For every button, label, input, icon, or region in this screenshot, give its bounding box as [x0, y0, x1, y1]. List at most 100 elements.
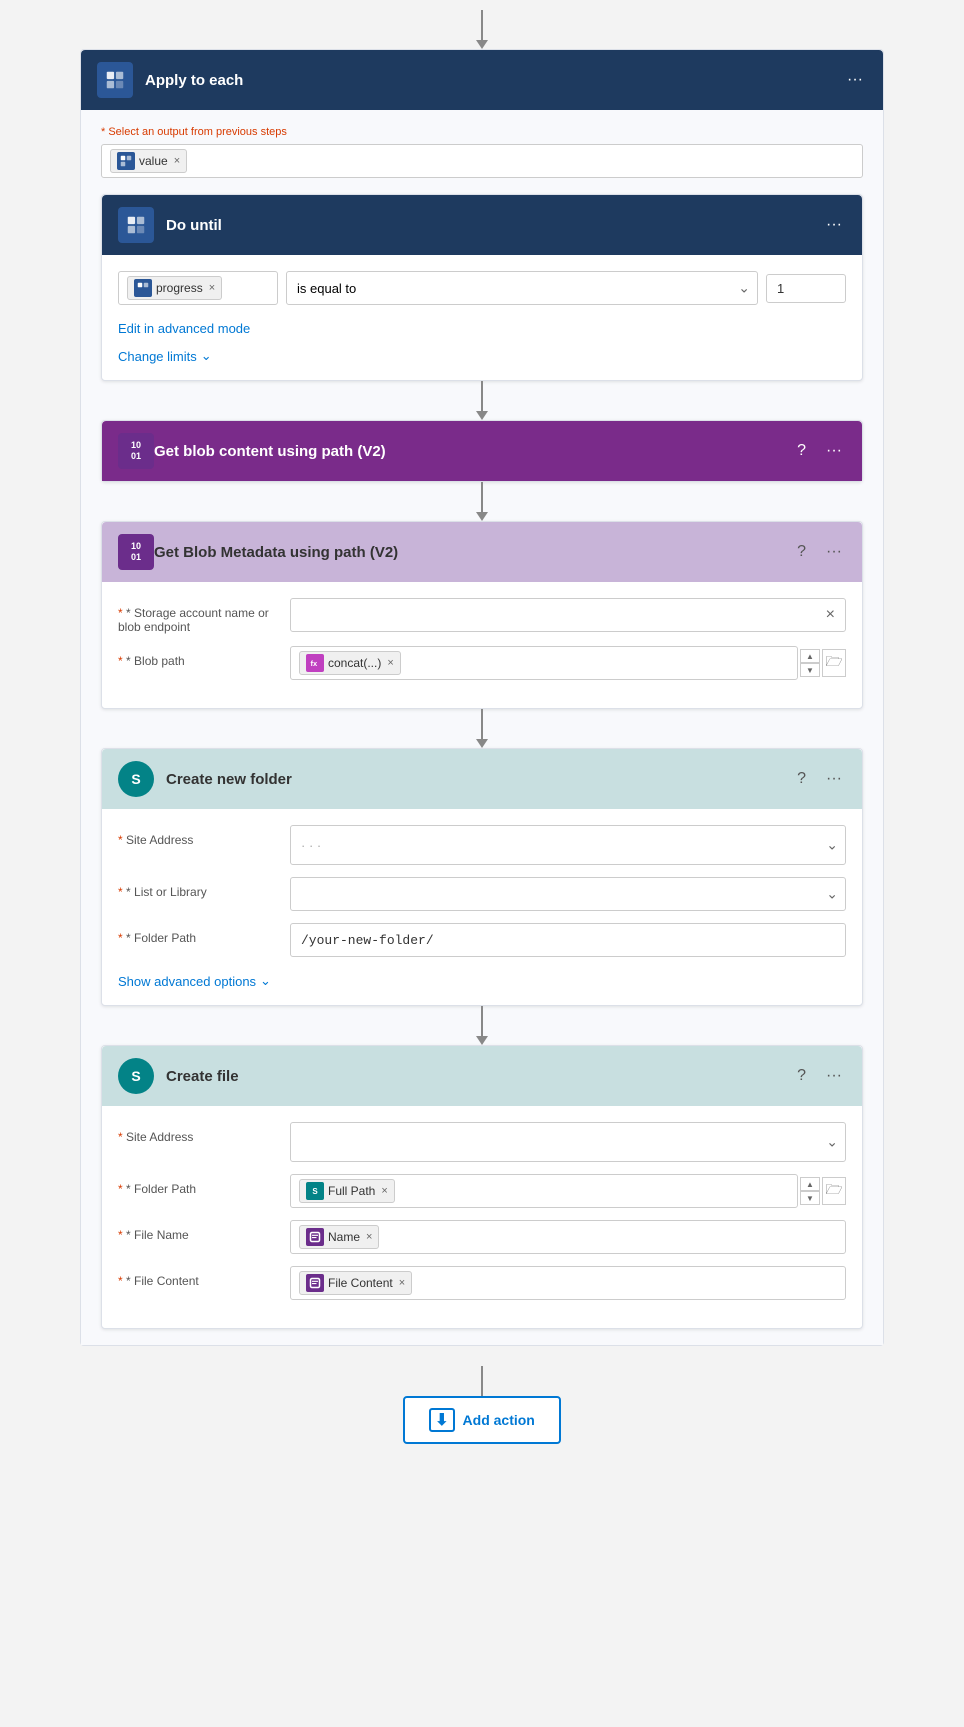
get-blob-metadata-actions: ? ···: [793, 541, 846, 563]
folder-path-file-folder-btn[interactable]: 🗁: [822, 1177, 846, 1205]
create-folder-icon: S: [118, 761, 154, 797]
site-address-row-file: * Site Address ⌄: [118, 1122, 846, 1162]
value-token-icon: [117, 152, 135, 170]
show-advanced-options-btn[interactable]: Show advanced options ⌄: [118, 973, 271, 989]
site-address-select-file[interactable]: [290, 1122, 846, 1162]
list-library-select[interactable]: [290, 877, 846, 911]
blob-path-input[interactable]: fx concat(...) ×: [290, 646, 798, 680]
folder-path-value: /your-new-folder/: [301, 933, 434, 948]
apply-to-each-more-btn[interactable]: ···: [843, 69, 867, 91]
create-folder-header: S Create new folder ? ···: [102, 749, 862, 809]
arrow-line-1: [481, 381, 483, 411]
get-blob-metadata-header: 1001 Get Blob Metadata using path (V2) ?…: [102, 522, 862, 582]
add-action-label: Add action: [463, 1412, 535, 1428]
site-address-label-file: * Site Address: [118, 1122, 278, 1144]
show-advanced-options-wrapper: Show advanced options ⌄: [118, 969, 846, 989]
add-action-wrapper: ⬇ Add action: [403, 1366, 561, 1444]
file-content-input[interactable]: File Content ×: [290, 1266, 846, 1300]
file-content-token-label: File Content: [328, 1276, 393, 1290]
arrow-line-4: [481, 1006, 483, 1036]
create-folder-more-btn[interactable]: ···: [822, 768, 846, 790]
create-file-icon: S: [118, 1058, 154, 1094]
change-limits-chevron: ⌄: [201, 348, 212, 364]
create-file-more-btn[interactable]: ···: [822, 1065, 846, 1087]
file-content-token-remove[interactable]: ×: [399, 1277, 405, 1289]
arrow-line-2: [481, 482, 483, 512]
file-content-token: File Content ×: [299, 1271, 412, 1295]
create-folder-help-btn[interactable]: ?: [793, 768, 810, 790]
get-blob-content-title: Get blob content using path (V2): [154, 443, 793, 460]
site-address-select-wrapper-folder: · · · ⌄: [290, 825, 846, 865]
condition-left-input[interactable]: progress ×: [118, 271, 278, 305]
concat-token-icon: fx: [306, 654, 324, 672]
arrow-head: [476, 40, 488, 49]
value-token-label: value: [139, 154, 168, 168]
arrow-1: [476, 381, 488, 420]
get-blob-metadata-body: * * Storage account name or blob endpoin…: [102, 582, 862, 708]
file-name-label: * * File Name: [118, 1220, 278, 1242]
file-name-row: * * File Name: [118, 1220, 846, 1254]
blob-path-folder-btn[interactable]: 🗁: [822, 649, 846, 677]
create-file-help-btn[interactable]: ?: [793, 1065, 810, 1087]
storage-account-input-wrapper: ×: [290, 598, 846, 632]
full-path-token-icon: S: [306, 1182, 324, 1200]
name-token-remove[interactable]: ×: [366, 1231, 372, 1243]
file-name-input[interactable]: Name ×: [290, 1220, 846, 1254]
do-until-header: Do until ···: [102, 195, 862, 255]
site-address-row-folder: * Site Address · · · ⌄: [118, 825, 846, 865]
get-blob-metadata-more-btn[interactable]: ···: [822, 541, 846, 563]
apply-to-each-icon: [97, 62, 133, 98]
condition-value[interactable]: 1: [766, 274, 846, 303]
arrow-2: [476, 482, 488, 521]
edit-advanced-mode-btn[interactable]: Edit in advanced mode: [118, 321, 250, 336]
apply-to-each-header: Apply to each ···: [81, 50, 883, 110]
name-token-label: Name: [328, 1230, 360, 1244]
get-blob-content-more-btn[interactable]: ···: [822, 440, 846, 462]
create-file-title: Create file: [166, 1068, 793, 1085]
folder-path-file-up-btn[interactable]: ▲: [800, 1177, 820, 1191]
folder-path-input[interactable]: /your-new-folder/: [290, 923, 846, 957]
arrow-head-3: [476, 739, 488, 748]
name-token-icon: [306, 1228, 324, 1246]
add-action-btn[interactable]: ⬇ Add action: [403, 1396, 561, 1444]
arrow-bottom: [481, 1366, 483, 1396]
blob-path-row: * * Blob path fx: [118, 646, 846, 680]
do-until-more-btn[interactable]: ···: [822, 214, 846, 236]
change-limits-btn[interactable]: Change limits ⌄: [118, 348, 212, 364]
arrow-head-4: [476, 1036, 488, 1045]
list-library-row: * * List or Library ⌄: [118, 877, 846, 911]
storage-account-clear[interactable]: ×: [826, 606, 835, 624]
progress-token-label: progress: [156, 281, 203, 295]
site-address-label-folder: * Site Address: [118, 825, 278, 847]
site-address-select-folder[interactable]: · · ·: [290, 825, 846, 865]
concat-token-remove[interactable]: ×: [387, 657, 393, 669]
condition-op-wrapper: is equal to ⌄: [286, 271, 758, 305]
add-action-icon: ⬇: [429, 1408, 454, 1432]
blob-path-down-btn[interactable]: ▼: [800, 663, 820, 677]
apply-to-each-card: Apply to each ··· * Select an output fro…: [80, 49, 884, 1346]
storage-account-row: * * Storage account name or blob endpoin…: [118, 598, 846, 634]
condition-op-select[interactable]: is equal to: [286, 271, 758, 305]
get-blob-metadata-help-btn[interactable]: ?: [793, 541, 810, 563]
arrow-head-1: [476, 411, 488, 420]
change-limits-label: Change limits: [118, 349, 197, 364]
get-blob-metadata-card: 1001 Get Blob Metadata using path (V2) ?…: [101, 521, 863, 709]
storage-account-input[interactable]: ×: [290, 598, 846, 632]
site-address-placeholder-folder: · · ·: [301, 838, 321, 853]
file-content-label: * * File Content: [118, 1266, 278, 1288]
blob-path-up-btn[interactable]: ▲: [800, 649, 820, 663]
blob-icon-label: 1001: [131, 440, 141, 462]
get-blob-content-help-btn[interactable]: ?: [793, 440, 810, 462]
do-until-card: Do until ···: [101, 194, 863, 381]
select-output-input[interactable]: value ×: [101, 144, 863, 178]
progress-token-icon: [134, 279, 152, 297]
blob-path-controls: ▲ ▼: [800, 649, 820, 677]
full-path-token-remove[interactable]: ×: [381, 1185, 387, 1197]
get-blob-content-card: 1001 Get blob content using path (V2) ? …: [101, 420, 863, 482]
folder-path-file-down-btn[interactable]: ▼: [800, 1191, 820, 1205]
folder-path-input-file[interactable]: S Full Path ×: [290, 1174, 798, 1208]
do-until-actions: ···: [822, 214, 846, 236]
value-token-remove[interactable]: ×: [174, 155, 180, 167]
progress-token-remove[interactable]: ×: [209, 282, 215, 294]
list-library-label: * * List or Library: [118, 877, 278, 899]
